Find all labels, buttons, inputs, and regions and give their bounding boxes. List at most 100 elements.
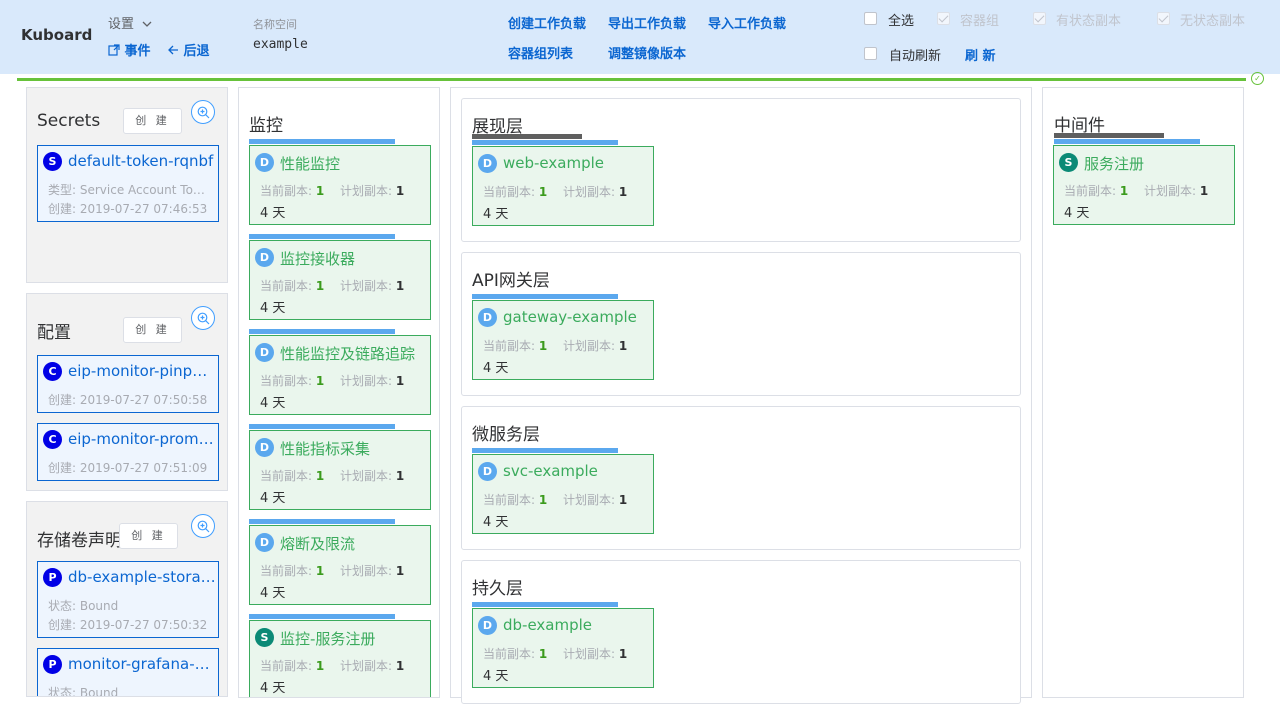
layer-box: API网关层 Dgateway-example 当前副本: 1 计划副本: 14 天	[461, 252, 1021, 396]
workload-name[interactable]: 监控-服务注册	[280, 628, 375, 649]
zoom-pvc-button[interactable]	[191, 514, 215, 538]
workload-badge: D	[478, 616, 497, 635]
events-link[interactable]: 事件	[108, 40, 151, 59]
create-config-button[interactable]: 创 建	[123, 317, 182, 343]
workload-card[interactable]: S 服务注册 当前副本: 1 计划副本: 14 天	[1053, 145, 1235, 225]
workload-card[interactable]: Dsvc-example 当前副本: 1 计划副本: 14 天	[472, 454, 654, 534]
secrets-panel: Secrets 创 建 S default-token-rqnbf 类型: Se…	[26, 87, 228, 283]
pvc-created: 创建: 2019-07-27 07:50:32	[48, 618, 208, 632]
config-badge: C	[43, 362, 62, 381]
layer-title: 微服务层	[472, 425, 540, 445]
settings-dropdown[interactable]: 设置	[108, 13, 152, 32]
checkbox-box	[864, 47, 877, 60]
planned-replicas-label: 计划副本:	[563, 339, 616, 353]
planned-replicas-label: 计划副本:	[340, 659, 393, 673]
zoom-secrets-button[interactable]	[191, 100, 215, 124]
select-all-label: 全选	[888, 14, 915, 29]
pvc-card[interactable]: P monitor-grafana-storage 状态: Bound	[37, 648, 219, 696]
create-workload-link[interactable]: 创建工作负载	[508, 13, 586, 32]
workload-card[interactable]: Dgateway-example 当前副本: 1 计划副本: 14 天	[472, 300, 654, 380]
planned-replicas: 计划副本: 1	[340, 657, 404, 674]
workload-name[interactable]: web-example	[503, 154, 604, 172]
workload-card[interactable]: S 监控-服务注册 当前副本: 1 计划副本: 14 天	[249, 620, 431, 697]
planned-replicas-value: 1	[618, 339, 628, 353]
planned-replicas-label: 计划副本:	[340, 469, 393, 483]
current-replicas-value: 1	[315, 659, 325, 673]
pvc-status: 状态: Bound	[48, 599, 119, 613]
current-replicas: 当前副本: 1	[260, 562, 324, 579]
workload-name[interactable]: 性能指标采集	[280, 438, 370, 459]
current-replicas-label: 当前副本:	[260, 469, 313, 483]
config-card[interactable]: C eip-monitor-prometheus-config 创建: 2019…	[37, 423, 219, 481]
config-card[interactable]: C eip-monitor-pinpoint-config 创建: 2019-0…	[37, 355, 219, 413]
current-replicas: 当前副本: 1	[483, 491, 547, 508]
pvc-title: 存储卷声明	[37, 531, 122, 551]
workload-name[interactable]: 性能监控及链路追踪	[280, 343, 415, 364]
adjust-image-version-link[interactable]: 调整镜像版本	[608, 43, 686, 62]
workload-age: 4 天	[260, 301, 286, 316]
planned-replicas: 计划副本: 1	[340, 467, 404, 484]
settings-label: 设置	[108, 17, 135, 32]
config-name[interactable]: eip-monitor-pinpoint-config	[68, 362, 216, 380]
create-pvc-button[interactable]: 创 建	[119, 523, 178, 549]
planned-replicas-label: 计划副本:	[340, 374, 393, 388]
workload-card[interactable]: D 熔断及限流 当前副本: 1 计划副本: 14 天	[249, 525, 431, 605]
brand-logo[interactable]: Kuboard	[21, 26, 92, 44]
checkbox-box	[1157, 12, 1170, 25]
secret-card[interactable]: S default-token-rqnbf 类型: Service Accoun…	[37, 145, 219, 222]
pvc-name[interactable]: monitor-grafana-storage	[68, 655, 216, 673]
current-replicas: 当前副本: 1	[483, 183, 547, 200]
export-workload-link[interactable]: 导出工作负载	[608, 13, 686, 32]
layers-panel: 展现层 Dweb-example 当前副本: 1 计划副本: 14 天 API网关层 Dg…	[450, 87, 1032, 704]
planned-replicas-value: 1	[618, 185, 628, 199]
checkbox-box	[864, 12, 877, 25]
workload-card[interactable]: Dweb-example 当前副本: 1 计划副本: 14 天	[472, 146, 654, 226]
workload-card[interactable]: D 监控接收器 当前副本: 1 计划副本: 14 天	[249, 240, 431, 320]
current-replicas: 当前副本: 1	[1064, 182, 1128, 199]
refresh-button[interactable]: 刷 新	[965, 45, 996, 64]
workload-name[interactable]: 服务注册	[1084, 153, 1144, 174]
workload-name[interactable]: 性能监控	[280, 153, 340, 174]
zoom-in-icon	[197, 312, 210, 325]
current-replicas-label: 当前副本:	[483, 647, 536, 661]
planned-replicas-value: 1	[395, 184, 405, 198]
workload-card[interactable]: D 性能指标采集 当前副本: 1 计划副本: 14 天	[249, 430, 431, 510]
workload-card[interactable]: Ddb-example 当前副本: 1 计划副本: 14 天	[472, 608, 654, 688]
pod-list-link[interactable]: 容器组列表	[508, 43, 573, 62]
deployment-filter-label: 无状态副本	[1180, 14, 1246, 29]
current-replicas-label: 当前副本:	[483, 339, 536, 353]
config-name[interactable]: eip-monitor-prometheus-config	[68, 430, 216, 448]
create-secret-button[interactable]: 创 建	[123, 108, 182, 134]
secret-name[interactable]: default-token-rqnbf	[68, 152, 216, 170]
workload-card[interactable]: D 性能监控及链路追踪 当前副本: 1 计划副本: 14 天	[249, 335, 431, 415]
workload-card[interactable]: D 性能监控 当前副本: 1 计划副本: 14 天	[249, 145, 431, 225]
workload-name[interactable]: svc-example	[503, 462, 598, 480]
current-replicas: 当前副本: 1	[260, 182, 324, 199]
events-label: 事件	[124, 44, 151, 59]
workload-name[interactable]: db-example	[503, 616, 592, 634]
planned-replicas-label: 计划副本:	[563, 185, 616, 199]
config-created: 创建: 2019-07-27 07:51:09	[48, 461, 208, 475]
zoom-in-icon	[197, 106, 210, 119]
pvc-card[interactable]: P db-example-storage 状态: Bound 创建: 2019-…	[37, 561, 219, 638]
workload-bar	[249, 234, 395, 239]
top-bar: Kuboard 设置 事件 后退 名称空间 example 创建工作负载 导出工…	[0, 0, 1280, 74]
back-link[interactable]: 后退	[167, 40, 210, 59]
planned-replicas-label: 计划副本:	[1144, 184, 1197, 198]
current-replicas-label: 当前副本:	[260, 564, 313, 578]
pod-filter-label: 容器组	[960, 14, 1000, 29]
loading-progress-bar	[17, 78, 1246, 81]
workload-badge: D	[255, 438, 274, 457]
planned-replicas: 计划副本: 1	[563, 183, 627, 200]
workload-name[interactable]: 监控接收器	[280, 248, 355, 269]
planned-replicas: 计划副本: 1	[563, 645, 627, 662]
workload-badge: D	[478, 462, 497, 481]
workload-name[interactable]: 熔断及限流	[280, 533, 355, 554]
zoom-configs-button[interactable]	[191, 306, 215, 330]
workload-name[interactable]: gateway-example	[503, 308, 637, 326]
workload-age: 4 天	[260, 586, 286, 601]
import-workload-link[interactable]: 导入工作负载	[708, 13, 786, 32]
workload-age: 4 天	[1064, 206, 1090, 221]
namespace-value[interactable]: example	[253, 37, 308, 52]
pvc-name[interactable]: db-example-storage	[68, 568, 216, 586]
